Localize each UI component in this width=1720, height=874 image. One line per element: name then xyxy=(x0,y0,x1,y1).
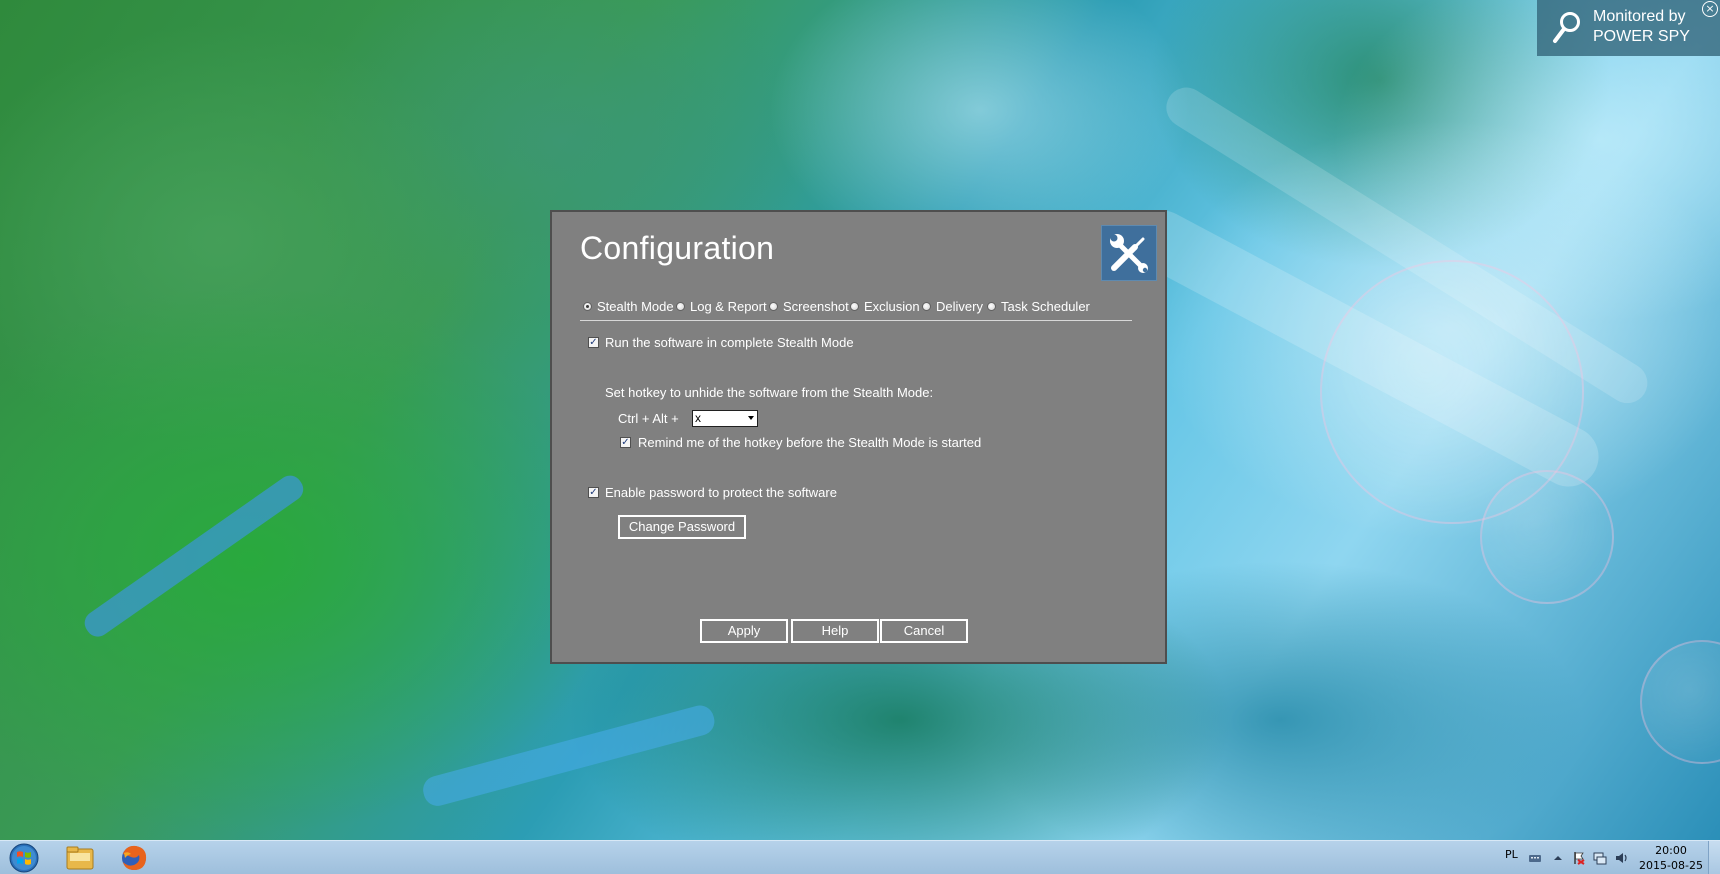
action-center-flag-icon[interactable] xyxy=(1572,850,1586,865)
password-label: Enable password to protect the software xyxy=(605,485,837,500)
tab-screenshot[interactable]: Screenshot xyxy=(769,296,849,316)
password-checkbox[interactable]: ✓ xyxy=(588,487,599,498)
radio-icon xyxy=(769,301,778,311)
windows-start-icon[interactable] xyxy=(4,842,44,874)
magnifier-icon xyxy=(1551,10,1583,46)
close-icon[interactable]: × xyxy=(1702,1,1718,17)
chevron-down-icon xyxy=(748,416,754,420)
tab-label: Delivery xyxy=(936,298,983,314)
configuration-dialog: Configuration Stealth Mode Log & Report … xyxy=(550,210,1167,664)
tab-exclusion[interactable]: Exclusion xyxy=(850,296,920,316)
tab-label: Exclusion xyxy=(864,298,920,314)
language-indicator[interactable]: PL xyxy=(1505,848,1518,861)
network-icon[interactable] xyxy=(1593,850,1607,865)
wallpaper-river xyxy=(80,470,308,642)
radio-icon xyxy=(987,301,996,311)
cancel-button[interactable]: Cancel xyxy=(880,619,968,643)
radio-icon xyxy=(676,301,685,311)
remind-hotkey-checkbox[interactable]: ✓ xyxy=(620,437,631,448)
radio-icon xyxy=(922,301,931,311)
clock-time[interactable]: 20:00 xyxy=(1636,844,1706,857)
help-button[interactable]: Help xyxy=(791,619,879,643)
show-desktop-button[interactable] xyxy=(1708,841,1720,874)
wallpaper-bubble xyxy=(1640,640,1720,764)
tab-stealth-mode[interactable]: Stealth Mode xyxy=(583,296,674,316)
taskbar: PL 20:00 2015-08-25 xyxy=(0,840,1720,874)
hotkey-select-value: x xyxy=(695,411,701,425)
tools-icon xyxy=(1101,225,1157,281)
clock-date[interactable]: 2015-08-25 xyxy=(1636,859,1706,872)
monitored-by-text: Monitored by xyxy=(1593,8,1686,25)
wallpaper-river xyxy=(420,702,718,809)
tab-label: Log & Report xyxy=(690,298,767,314)
tab-bar: Stealth Mode Log & Report Screenshot Exc… xyxy=(580,296,1132,321)
tab-label: Stealth Mode xyxy=(597,298,674,314)
run-stealth-label: Run the software in complete Stealth Mod… xyxy=(605,335,854,350)
wallpaper-bubble xyxy=(1480,470,1614,604)
radio-selected-icon xyxy=(583,301,592,311)
apply-button[interactable]: Apply xyxy=(700,619,788,643)
volume-icon[interactable] xyxy=(1615,850,1629,864)
firefox-icon[interactable] xyxy=(114,843,154,873)
hotkey-select[interactable]: x xyxy=(692,410,758,427)
tab-label: Task Scheduler xyxy=(1001,298,1090,314)
show-hidden-icons-icon[interactable] xyxy=(1551,850,1565,864)
dialog-title: Configuration xyxy=(580,230,775,266)
keyboard-icon[interactable] xyxy=(1528,850,1542,864)
monitored-by-badge[interactable]: Monitored by POWER SPY × xyxy=(1537,0,1720,56)
run-stealth-checkbox[interactable]: ✓ xyxy=(588,337,599,348)
hotkey-prefix: Ctrl + Alt + xyxy=(618,411,679,426)
tab-task-scheduler[interactable]: Task Scheduler xyxy=(987,296,1090,316)
remind-hotkey-label: Remind me of the hotkey before the Steal… xyxy=(638,435,982,450)
tab-delivery[interactable]: Delivery xyxy=(922,296,983,316)
product-name-text: POWER SPY xyxy=(1593,28,1690,45)
file-explorer-icon[interactable] xyxy=(60,843,100,873)
hotkey-heading: Set hotkey to unhide the software from t… xyxy=(605,385,934,400)
tab-label: Screenshot xyxy=(783,298,849,314)
radio-icon xyxy=(850,301,859,311)
change-password-button[interactable]: Change Password xyxy=(618,515,746,539)
tab-log-report[interactable]: Log & Report xyxy=(676,296,767,316)
